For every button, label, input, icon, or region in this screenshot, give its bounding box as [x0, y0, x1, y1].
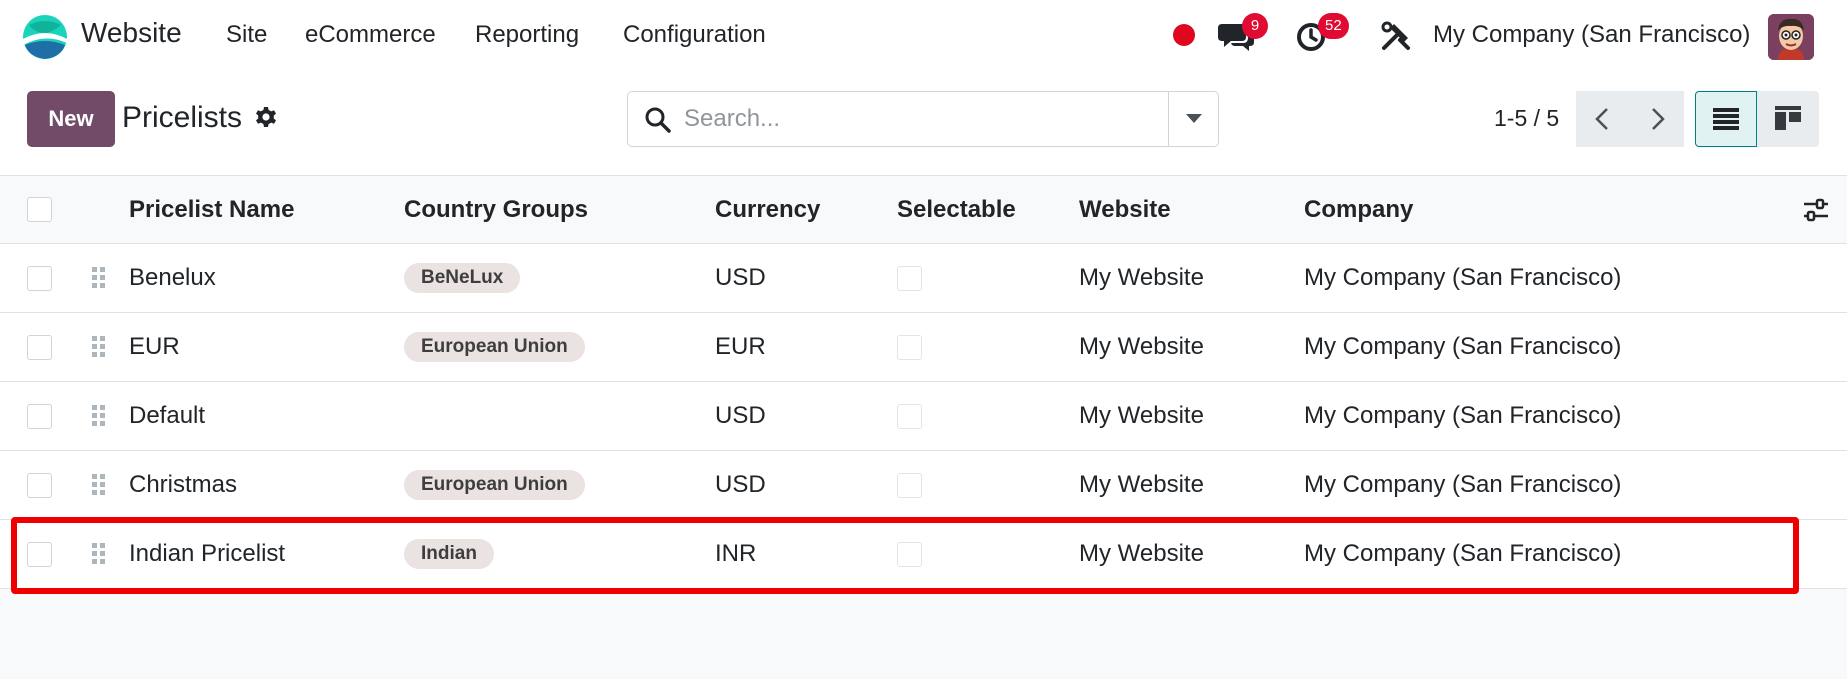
currency-cell[interactable]: INR [715, 520, 756, 588]
company-cell[interactable]: My Company (San Francisco) [1304, 244, 1621, 312]
chevron-right-icon [1652, 108, 1665, 130]
selectable-cell[interactable] [897, 244, 922, 312]
caret-down-icon [1186, 114, 1202, 123]
table-row[interactable]: EUR European Union EUR My Website My Company… [0, 313, 1847, 382]
debug-tools-icon[interactable] [1380, 20, 1412, 52]
column-header-company[interactable]: Company [1304, 176, 1413, 243]
pager-value[interactable]: 1-5 / 5 [1494, 105, 1559, 132]
menu-site[interactable]: Site [226, 21, 267, 49]
country-groups-cell[interactable]: Indian [404, 520, 494, 588]
new-button[interactable]: New [27, 91, 115, 147]
country-group-tag: European Union [404, 332, 585, 362]
country-group-tag: European Union [404, 470, 585, 500]
page-title: Pricelists [122, 101, 243, 134]
drag-handle-icon[interactable] [91, 473, 107, 497]
user-avatar[interactable] [1768, 14, 1814, 60]
country-groups-cell[interactable]: European Union [404, 313, 585, 381]
selectable-checkbox [897, 265, 922, 291]
row-checkbox[interactable] [27, 265, 52, 291]
company-cell[interactable]: My Company (San Francisco) [1304, 382, 1621, 450]
selectable-cell[interactable] [897, 451, 922, 519]
menu-ecommerce[interactable]: eCommerce [305, 21, 436, 49]
select-all-checkbox[interactable] [27, 197, 52, 222]
pager-next-button[interactable] [1630, 91, 1684, 147]
menu-reporting[interactable]: Reporting [475, 21, 579, 49]
selectable-cell[interactable] [897, 520, 922, 588]
column-header-pricelist-name[interactable]: Pricelist Name [129, 176, 294, 243]
chevron-left-icon [1595, 108, 1608, 130]
kanban-view-icon [1775, 106, 1801, 130]
app-name[interactable]: Website [81, 17, 182, 49]
row-checkbox[interactable] [27, 541, 52, 567]
selectable-cell[interactable] [897, 313, 922, 381]
selectable-checkbox [897, 541, 922, 567]
country-groups-cell[interactable]: European Union [404, 451, 585, 519]
selectable-checkbox [897, 334, 922, 360]
table-row[interactable]: Default USD My Website My Company (San Fran… [0, 382, 1847, 451]
website-cell[interactable]: My Website [1079, 382, 1204, 450]
row-checkbox[interactable] [27, 403, 52, 429]
currency-cell[interactable]: USD [715, 451, 766, 519]
search-options-toggle[interactable] [1168, 92, 1218, 146]
currency-cell[interactable]: USD [715, 244, 766, 312]
list-view-icon [1713, 108, 1739, 130]
drag-handle-icon[interactable] [91, 266, 107, 290]
activities-count-badge: 52 [1318, 13, 1349, 39]
column-header-selectable[interactable]: Selectable [897, 176, 1016, 243]
recording-dot-icon[interactable] [1173, 24, 1195, 46]
country-group-tag: Indian [404, 539, 494, 569]
search-icon [645, 107, 671, 133]
column-header-country-groups[interactable]: Country Groups [404, 176, 588, 243]
optional-columns-icon[interactable] [1802, 197, 1830, 223]
website-cell[interactable]: My Website [1079, 520, 1204, 588]
menu-configuration[interactable]: Configuration [623, 21, 766, 49]
company-cell[interactable]: My Company (San Francisco) [1304, 520, 1621, 588]
company-cell[interactable]: My Company (San Francisco) [1304, 451, 1621, 519]
table-row[interactable]: Christmas European Union USD My Website My C… [0, 451, 1847, 520]
column-header-website[interactable]: Website [1079, 176, 1171, 243]
selectable-checkbox [897, 472, 922, 498]
website-cell[interactable]: My Website [1079, 451, 1204, 519]
website-cell[interactable]: My Website [1079, 313, 1204, 381]
drag-handle-icon[interactable] [91, 404, 107, 428]
control-panel: New Pricelists 1-5 / 5 [0, 72, 1847, 176]
table-row[interactable]: Benelux BeNeLux USD My Website My Company (S… [0, 244, 1847, 313]
company-cell[interactable]: My Company (San Francisco) [1304, 313, 1621, 381]
gear-icon[interactable] [254, 106, 278, 130]
pricelist-name-cell[interactable]: Default [129, 382, 205, 450]
list-view-button[interactable] [1695, 91, 1757, 147]
pricelist-name-cell[interactable]: Indian Pricelist [129, 520, 285, 588]
pricelist-name-cell[interactable]: EUR [129, 313, 180, 381]
kanban-view-button[interactable] [1757, 91, 1819, 147]
drag-handle-icon[interactable] [91, 542, 107, 566]
pricelist-name-cell[interactable]: Benelux [129, 244, 216, 312]
search-bar [627, 91, 1219, 147]
company-switcher[interactable]: My Company (San Francisco) [1433, 21, 1750, 49]
table-row[interactable]: Indian Pricelist Indian INR My Website My Co… [0, 520, 1847, 589]
drag-handle-icon[interactable] [91, 335, 107, 359]
website-app-logo-icon[interactable] [21, 13, 69, 61]
country-groups-cell[interactable]: BeNeLux [404, 244, 521, 312]
selectable-cell[interactable] [897, 382, 922, 450]
currency-cell[interactable]: USD [715, 382, 766, 450]
website-cell[interactable]: My Website [1079, 244, 1204, 312]
row-checkbox[interactable] [27, 472, 52, 498]
pricelist-name-cell[interactable]: Christmas [129, 451, 237, 519]
column-header-currency[interactable]: Currency [715, 176, 820, 243]
table-header: Pricelist Name Country Groups Currency S… [0, 176, 1847, 244]
country-group-tag: BeNeLux [404, 263, 521, 293]
selectable-checkbox [897, 403, 922, 429]
pager-previous-button[interactable] [1576, 91, 1630, 147]
messages-count-badge: 9 [1242, 13, 1268, 39]
top-navbar: Website Site eCommerce Reporting Configu… [0, 0, 1847, 72]
currency-cell[interactable]: EUR [715, 313, 766, 381]
row-checkbox[interactable] [27, 334, 52, 360]
search-input[interactable] [684, 100, 1154, 138]
